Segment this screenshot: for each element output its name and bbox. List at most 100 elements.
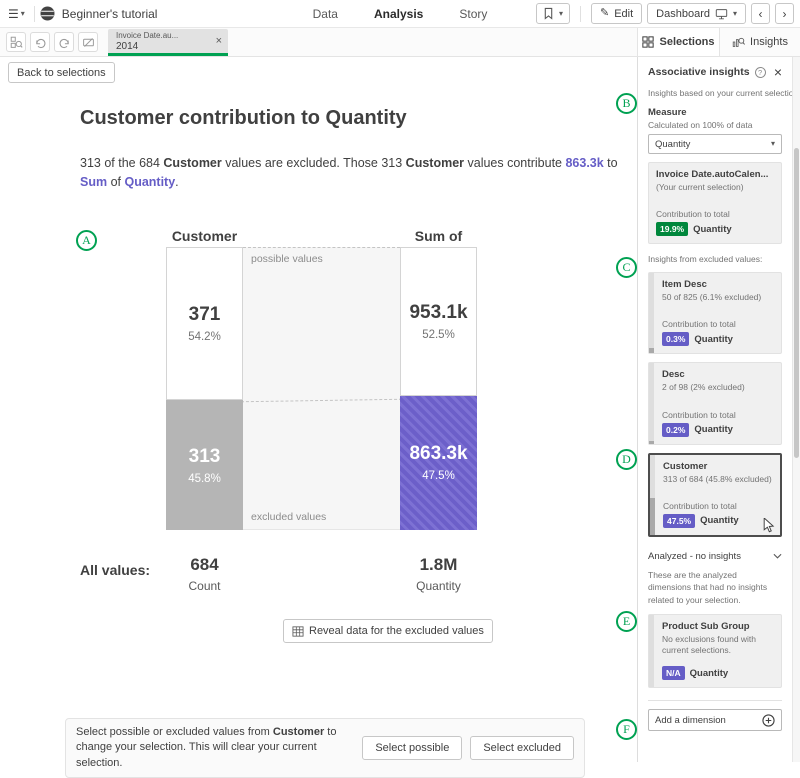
help-icon[interactable]: ? — [755, 67, 766, 78]
measure-dropdown[interactable]: Quantity ▾ — [648, 134, 782, 154]
chart-connector-region: possible values excluded values — [243, 247, 400, 530]
tab-analysis[interactable]: Analysis — [374, 7, 423, 21]
analyzed-section-header[interactable]: Analyzed - no insights — [648, 551, 782, 562]
chevron-right-icon: › — [783, 7, 787, 21]
associative-insights-panel: Associative insights ? × Insights based … — [637, 57, 792, 762]
annotation-marker-a: A — [76, 230, 97, 251]
badge-row: 0.3% Quantity — [662, 332, 774, 346]
reveal-data-label: Reveal data for the excluded values — [309, 625, 484, 637]
all-values-customer: 684 Count — [166, 555, 243, 593]
reveal-data-button[interactable]: Reveal data for the excluded values — [283, 619, 493, 643]
back-to-selections-button[interactable]: Back to selections — [8, 62, 115, 83]
annotation-marker-c: C — [616, 257, 637, 278]
customer-excluded-segment[interactable]: 313 45.8% — [166, 400, 243, 530]
scrollbar-thumb[interactable] — [794, 148, 799, 458]
card-measure: Quantity — [693, 224, 732, 235]
badge-row: 0.2% Quantity — [662, 423, 774, 437]
insight-card-desc[interactable]: Desc 2 of 98 (2% excluded) Contribution … — [648, 362, 782, 444]
close-icon: × — [216, 35, 222, 47]
grid-icon — [642, 36, 654, 48]
selection-chip-indicator — [108, 53, 228, 56]
insights-icon — [732, 36, 745, 48]
page-title: Customer contribution to Quantity — [80, 107, 407, 130]
card-indicator-strip — [649, 363, 654, 443]
excluded-insights-header: Insights from excluded values: — [648, 254, 782, 264]
annotation-marker-b: B — [616, 93, 637, 114]
edit-button[interactable]: ✎ Edit — [591, 3, 642, 24]
contribution-badge: N/A — [662, 666, 685, 680]
annotation-marker-e: E — [616, 611, 637, 632]
insight-card-current-selection[interactable]: Invoice Date.autoCalen... (Your current … — [648, 162, 782, 244]
select-excluded-button[interactable]: Select excluded — [470, 736, 574, 760]
card-indicator-strip — [649, 615, 654, 687]
insight-card-item-desc[interactable]: Item Desc 50 of 825 (6.1% excluded) Cont… — [648, 272, 782, 354]
tab-insights[interactable]: Insights — [719, 28, 800, 56]
badge-row: 19.9% Quantity — [656, 222, 774, 236]
card-measure: Quantity — [690, 668, 729, 679]
clear-selections-button[interactable] — [78, 32, 98, 52]
analyzed-header-label: Analyzed - no insights — [648, 551, 741, 562]
selection-chip-texts: Invoice Date.au... 2014 — [116, 31, 212, 52]
selection-chip-invoice-date[interactable]: Invoice Date.au... 2014 × — [108, 29, 228, 56]
selections-tool-button[interactable] — [6, 32, 26, 52]
selection-chip-close-button[interactable]: × — [216, 35, 222, 47]
selections-tool-icon — [10, 36, 23, 49]
card-title: Invoice Date.autoCalen... — [656, 169, 774, 180]
quantity-possible-value: 953.1k — [409, 302, 467, 324]
contribution-badge: 0.2% — [662, 423, 689, 437]
insight-card-customer[interactable]: Customer 313 of 684 (45.8% excluded) Con… — [648, 453, 782, 537]
measure-label: Measure — [648, 107, 782, 118]
divider — [34, 6, 35, 22]
quantity-excluded-value: 863.3k — [409, 443, 467, 465]
insight-main: Back to selections Customer contribution… — [0, 57, 637, 762]
tab-data[interactable]: Data — [313, 7, 338, 21]
panel-scrollbar[interactable] — [792, 57, 800, 762]
tab-selections-label: Selections — [659, 36, 714, 48]
chevron-down-icon: ▾ — [771, 140, 775, 148]
card-title: Customer — [663, 461, 773, 472]
card-subtitle: 313 of 684 (45.8% excluded) — [663, 474, 773, 485]
tab-story[interactable]: Story — [459, 7, 487, 21]
app-title: Beginner's tutorial — [62, 7, 158, 21]
insight-summary: 313 of the 684 Customer values are exclu… — [80, 154, 645, 193]
badge-row: 47.5% Quantity — [663, 514, 773, 528]
hamburger-menu-button[interactable]: ☰ ▾ — [4, 6, 29, 22]
cursor-icon — [763, 518, 775, 533]
contribution-badge: 19.9% — [656, 222, 688, 236]
next-sheet-button[interactable]: › — [775, 3, 794, 24]
card-measure: Quantity — [694, 334, 733, 345]
tab-selections[interactable]: Selections — [637, 28, 719, 56]
insight-card-product-sub-group[interactable]: Product Sub Group No exclusions found wi… — [648, 614, 782, 688]
card-measure: Quantity — [700, 515, 739, 526]
table-icon — [292, 626, 304, 637]
card-title: Product Sub Group — [662, 621, 774, 632]
add-dimension-label: Add a dimension — [655, 715, 726, 726]
divider — [580, 6, 581, 22]
quantity-excluded-segment[interactable]: 863.3k 47.5% — [400, 396, 477, 530]
quantity-excluded-pct: 47.5% — [422, 470, 455, 482]
select-possible-button[interactable]: Select possible — [362, 736, 462, 760]
title-quantity: Quantity — [326, 107, 407, 129]
excluded-values-label: excluded values — [251, 511, 326, 523]
step-forward-icon — [58, 36, 71, 49]
all-values-quantity: 1.8M Quantity — [400, 555, 477, 593]
close-panel-button[interactable]: × — [774, 65, 782, 79]
quantity-possible-segment[interactable]: 953.1k 52.5% — [400, 247, 477, 396]
step-back-icon — [34, 36, 47, 49]
step-back-button[interactable] — [30, 32, 50, 52]
contribution-label: Contribution to total — [663, 501, 773, 511]
card-title: Desc — [662, 369, 774, 380]
title-middle: contribution to — [173, 107, 325, 129]
customer-possible-value: 371 — [189, 304, 221, 326]
view-tabs: Data Analysis Story — [313, 7, 488, 21]
customer-possible-segment[interactable]: 371 54.2% — [166, 247, 243, 400]
customer-possible-pct: 54.2% — [188, 331, 221, 343]
dashboard-button[interactable]: Dashboard ▾ — [647, 3, 746, 24]
prev-sheet-button[interactable]: ‹ — [751, 3, 770, 24]
bookmark-button[interactable]: ▾ — [536, 3, 570, 24]
dashboard-label: Dashboard — [656, 8, 710, 20]
step-forward-button[interactable] — [54, 32, 74, 52]
measure-dropdown-value: Quantity — [655, 139, 690, 150]
add-dimension-button[interactable]: Add a dimension — [648, 709, 782, 731]
chevron-down-icon — [773, 553, 782, 559]
